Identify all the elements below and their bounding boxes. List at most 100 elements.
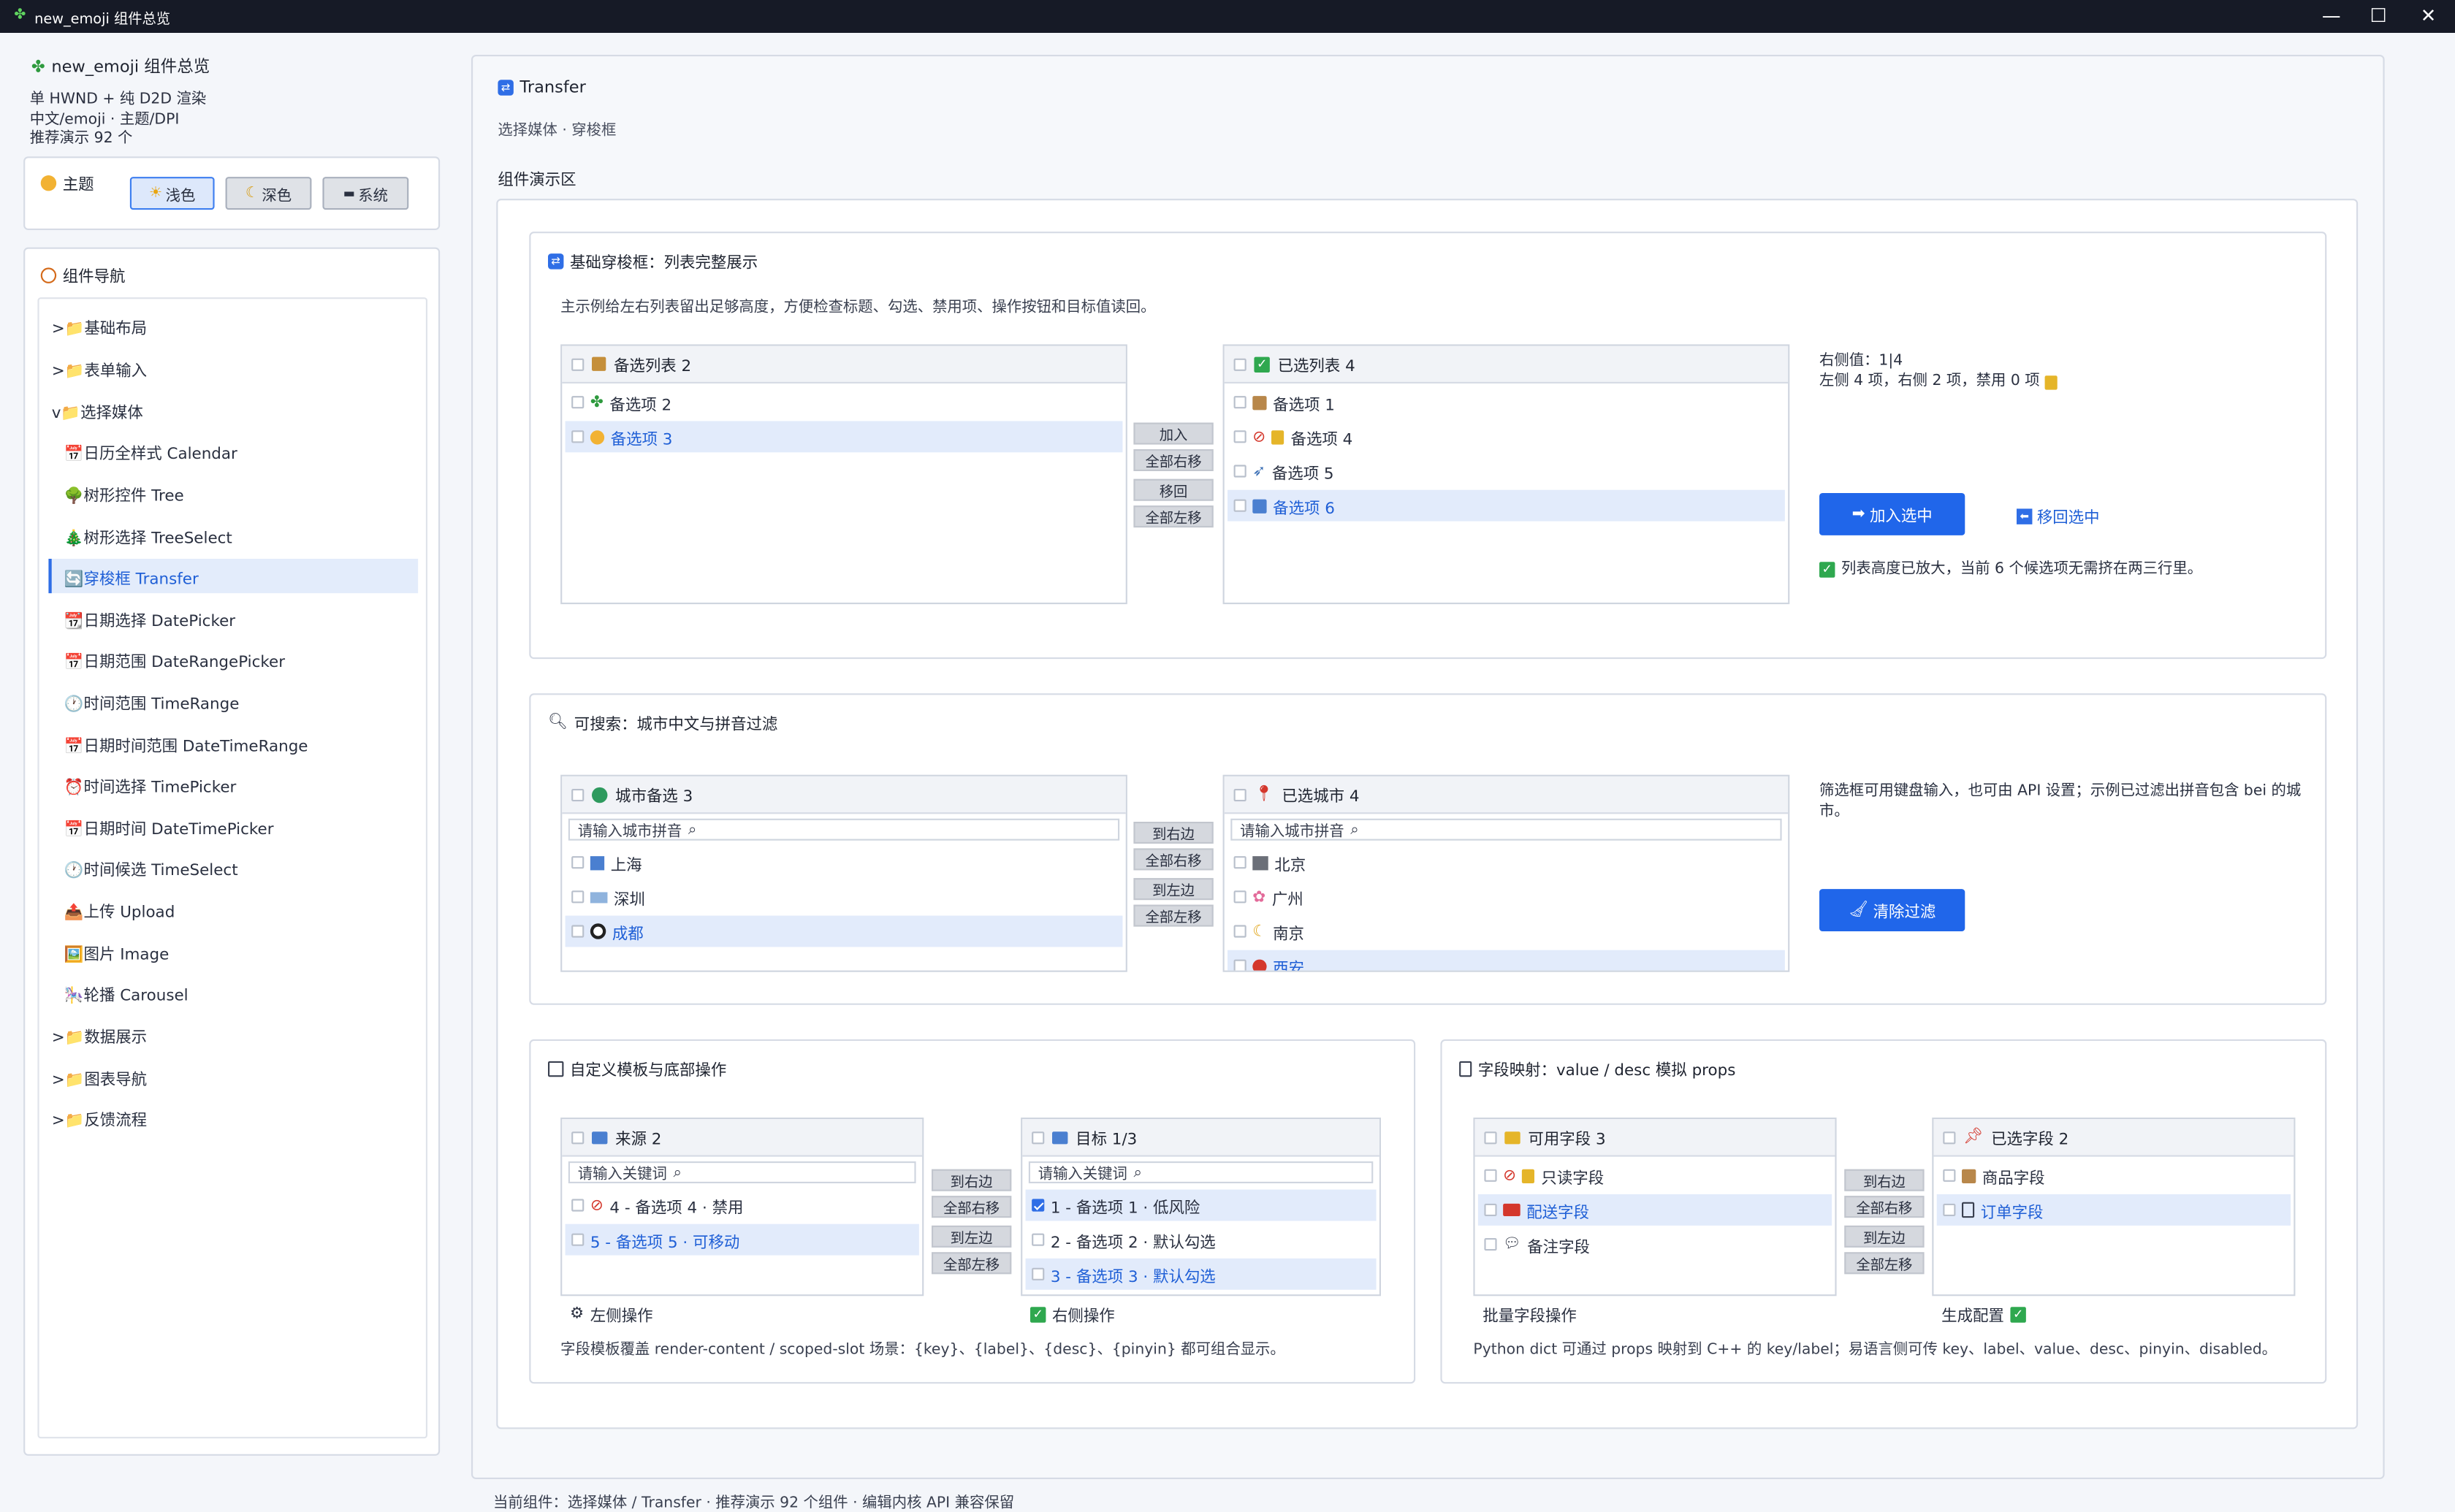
list-item[interactable]: 3 - 备选项 3 · 默认勾选 — [1025, 1258, 1377, 1290]
city-left-search-input[interactable]: 请输入城市拼音 ⌕ — [568, 818, 1120, 841]
list-item[interactable]: 成都 — [565, 915, 1123, 947]
to-right-button[interactable]: 到右边 — [1133, 822, 1214, 844]
nav-item-timepicker[interactable]: ⏰时间选择 TimePicker — [52, 767, 431, 801]
template-left-search-input[interactable]: 请输入关键词 ⌕ — [568, 1161, 916, 1183]
list-item[interactable]: ✤ 备选项 2 — [566, 386, 1123, 418]
item-checkbox[interactable] — [1233, 890, 1246, 904]
item-checkbox[interactable] — [1233, 959, 1246, 971]
list-item[interactable]: 💬︎ 备注字段 — [1478, 1229, 1832, 1260]
right-footer-action[interactable]: ✓ 右侧操作 — [1030, 1302, 1115, 1326]
nav-item-datepicker[interactable]: 📆日期选择 DatePicker — [52, 601, 431, 635]
nav-item-carousel[interactable]: 🎠轮播 Carousel — [52, 975, 431, 1009]
move-all-left-button[interactable]: 全部左移 — [1844, 1252, 1925, 1275]
maximize-button[interactable]: ☐ — [2367, 4, 2389, 26]
nav-group-layout[interactable]: >📁基础布局 — [52, 308, 431, 343]
item-checkbox[interactable] — [1032, 1233, 1045, 1246]
list-item[interactable]: ⊘ 只读字段 — [1478, 1160, 1832, 1191]
item-checkbox[interactable] — [1233, 465, 1246, 478]
move-all-right-button[interactable]: 全部右移 — [1133, 449, 1214, 471]
select-all-checkbox[interactable] — [571, 787, 585, 801]
list-item[interactable]: 1 - 备选项 1 · 低风险 — [1025, 1189, 1377, 1221]
list-item[interactable]: ☾ 南京 — [1228, 916, 1785, 947]
nav-item-datetimerange[interactable]: 📅日期时间范围 DateTimeRange — [52, 726, 431, 760]
item-checkbox[interactable] — [571, 1233, 585, 1246]
item-checkbox[interactable] — [1233, 396, 1246, 409]
nav-group-charts[interactable]: >📁图表导航 — [52, 1060, 431, 1094]
list-item[interactable]: 上海 — [566, 847, 1123, 878]
list-item[interactable]: 商品字段 — [1937, 1160, 2291, 1191]
to-left-button[interactable]: 到左边 — [1133, 878, 1214, 901]
item-checkbox[interactable] — [571, 430, 585, 443]
item-checkbox[interactable] — [1032, 1267, 1045, 1280]
item-checkbox[interactable] — [1233, 430, 1246, 443]
select-all-checkbox[interactable] — [1484, 1131, 1497, 1144]
nav-item-transfer[interactable]: 🔄穿梭框 Transfer — [48, 559, 419, 594]
nav-item-datetimepicker[interactable]: 📅日期时间 DateTimePicker — [52, 809, 431, 844]
nav-item-image[interactable]: 🖼️图片 Image — [52, 934, 431, 969]
left-footer-action[interactable]: 批量字段操作 — [1482, 1302, 1577, 1326]
clear-filter-button[interactable]: 🧹︎ 清除过滤 — [1819, 889, 1965, 931]
to-left-button[interactable]: 到左边 — [1844, 1225, 1925, 1248]
list-item[interactable]: ✿ 广州 — [1228, 881, 1785, 912]
nav-item-timeselect[interactable]: 🕐时间候选 TimeSelect — [52, 850, 431, 885]
item-checkbox[interactable] — [1943, 1203, 1956, 1216]
list-item[interactable]: 备选项 6 — [1228, 489, 1785, 522]
nav-item-calendar[interactable]: 📅日历全样式 Calendar — [52, 434, 431, 468]
item-checkbox[interactable] — [571, 1199, 585, 1212]
list-item[interactable]: 备选项 3 — [565, 421, 1123, 453]
item-checkbox[interactable] — [1484, 1238, 1497, 1251]
item-checkbox[interactable] — [1484, 1203, 1497, 1216]
theme-system-button[interactable]: ▬ 系统 — [322, 177, 409, 210]
close-button[interactable]: ✕ — [2418, 4, 2440, 26]
item-checkbox[interactable] — [571, 890, 585, 904]
move-all-left-button[interactable]: 全部左移 — [1133, 505, 1214, 528]
to-left-button[interactable]: 到左边 — [932, 1225, 1012, 1248]
nav-item-tree[interactable]: 🌳树形控件 Tree — [52, 476, 431, 510]
item-checkbox[interactable] — [571, 396, 585, 409]
to-right-button[interactable]: 到右边 — [1844, 1169, 1925, 1191]
add-button[interactable]: 加入 — [1133, 422, 1214, 445]
nav-group-data[interactable]: >📁数据展示 — [52, 1017, 431, 1052]
item-checkbox[interactable] — [1233, 925, 1246, 938]
minimize-button[interactable]: — — [2321, 4, 2342, 26]
move-back-selected-link[interactable]: ⬅ 移回选中 — [2017, 504, 2100, 527]
nav-group-form[interactable]: >📁表单输入 — [52, 351, 431, 385]
select-all-checkbox[interactable] — [571, 357, 585, 370]
city-right-search-input[interactable]: 请输入城市拼音 ⌕ — [1230, 818, 1782, 841]
move-all-right-button[interactable]: 全部右移 — [932, 1196, 1012, 1218]
nav-item-treeselect[interactable]: 🎄树形选择 TreeSelect — [52, 518, 431, 552]
list-item[interactable]: 深圳 — [566, 881, 1123, 912]
item-checkbox[interactable] — [571, 856, 585, 869]
nav-item-upload[interactable]: 📤上传 Upload — [52, 892, 431, 926]
item-checkbox[interactable] — [1233, 499, 1246, 512]
move-all-right-button[interactable]: 全部右移 — [1844, 1196, 1925, 1218]
to-right-button[interactable]: 到右边 — [932, 1169, 1012, 1191]
select-all-checkbox[interactable] — [1233, 357, 1246, 370]
select-all-checkbox[interactable] — [1032, 1131, 1045, 1144]
theme-dark-button[interactable]: ☾ 深色 — [225, 177, 312, 210]
list-item[interactable]: 配送字段 — [1477, 1194, 1832, 1226]
item-checkbox[interactable] — [1943, 1169, 1956, 1182]
list-item[interactable]: ➶ 备选项 5 — [1228, 456, 1785, 487]
select-all-checkbox[interactable] — [1943, 1131, 1956, 1144]
item-checkbox[interactable] — [1484, 1169, 1497, 1182]
list-item[interactable]: 订单字段 — [1936, 1194, 2291, 1226]
list-item[interactable]: 北京 — [1228, 847, 1785, 878]
list-item[interactable]: 西安 — [1228, 950, 1785, 971]
item-checkbox[interactable] — [1233, 856, 1246, 869]
add-selected-button[interactable]: ➡ 加入选中 — [1819, 493, 1965, 535]
left-footer-action[interactable]: ⚙ 左侧操作 — [570, 1302, 653, 1326]
nav-group-feedback[interactable]: >📁反馈流程 — [52, 1100, 431, 1134]
move-all-right-button[interactable]: 全部右移 — [1133, 848, 1214, 871]
list-item[interactable]: 2 - 备选项 2 · 默认勾选 — [1026, 1224, 1377, 1256]
list-item[interactable]: ⊘ 备选项 4 — [1228, 421, 1785, 452]
nav-tree[interactable]: >📁基础布局 >📁表单输入 v📁选择媒体 📅日历全样式 Calendar 🌳树形… — [37, 297, 427, 1439]
template-right-search-input[interactable]: 请输入关键词 ⌕ — [1028, 1161, 1374, 1183]
item-checkbox[interactable] — [571, 925, 585, 938]
nav-item-timerange[interactable]: 🕐时间范围 TimeRange — [52, 684, 431, 718]
move-all-left-button[interactable]: 全部左移 — [1133, 904, 1214, 927]
list-item[interactable]: ⊘ 4 - 备选项 4 · 禁用 — [566, 1190, 919, 1221]
item-checkbox-checked[interactable] — [1032, 1199, 1045, 1212]
nav-item-daterangepicker[interactable]: 📅日期范围 DateRangePicker — [52, 642, 431, 676]
theme-light-button[interactable]: ☀ 浅色 — [129, 177, 215, 210]
